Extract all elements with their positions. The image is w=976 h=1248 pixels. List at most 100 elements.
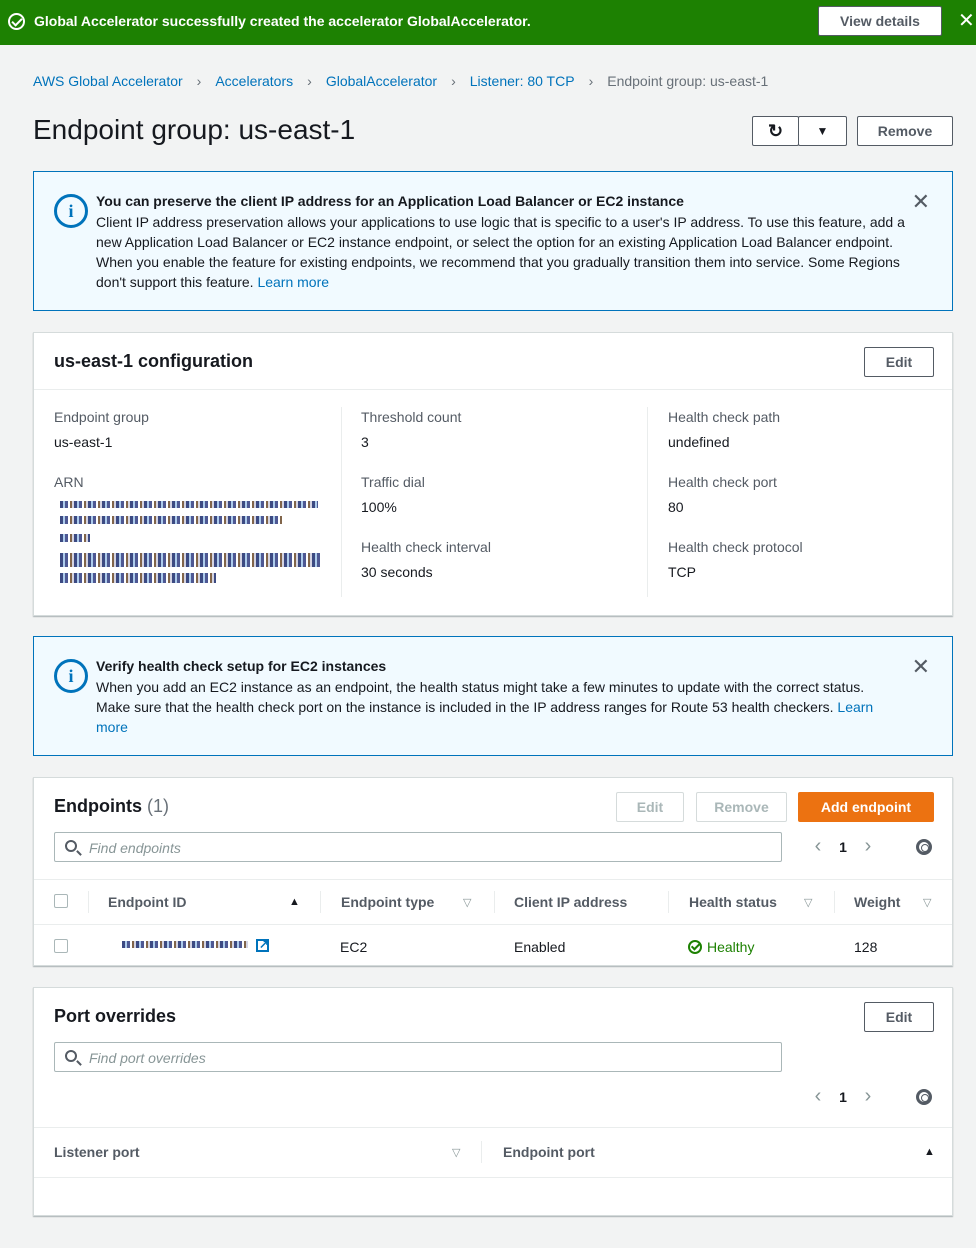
chevron-left-icon[interactable]: ‹ [808, 835, 828, 858]
redacted-endpoint-id[interactable] [122, 941, 248, 948]
success-check-icon [8, 13, 25, 30]
info-body-text: When you add an EC2 instance as an endpo… [96, 679, 865, 715]
chevron-right-icon[interactable]: › [858, 835, 878, 858]
col-endpoint-id[interactable]: Endpoint ID [108, 894, 187, 910]
healthy-check-icon [688, 940, 702, 954]
divider [34, 389, 952, 390]
endpoint-remove-button[interactable]: Remove [696, 792, 787, 822]
chevron-left-icon[interactable]: ‹ [808, 1085, 828, 1108]
divider [34, 879, 952, 880]
row-checkbox[interactable] [54, 939, 68, 953]
interval-value: 30 seconds [361, 564, 433, 580]
breadcrumb-accelerators[interactable]: Accelerators [215, 73, 293, 89]
interval-label: Health check interval [361, 539, 491, 555]
breadcrumb-current: Endpoint group: us-east-1 [607, 73, 769, 89]
redacted-arn [60, 534, 90, 542]
endpoints-title: Endpoints (1) [54, 796, 169, 817]
column-separator [668, 891, 669, 913]
chevron-right-icon: › [451, 73, 456, 89]
page-number[interactable]: 1 [828, 839, 858, 855]
redacted-arn [60, 553, 322, 567]
sort-icon[interactable]: ▽ [923, 896, 931, 909]
weight-cell: 128 [854, 939, 878, 955]
hc-protocol-label: Health check protocol [668, 539, 803, 555]
configuration-panel: us-east-1 configuration Edit Endpoint gr… [33, 332, 953, 616]
health-check-info-alert: i Verify health check setup for EC2 inst… [33, 636, 953, 756]
page-title: Endpoint group: us-east-1 [33, 114, 356, 145]
col-weight[interactable]: Weight [854, 894, 900, 910]
hc-protocol-value: TCP [668, 564, 696, 580]
traffic-dial-value: 100% [361, 499, 397, 515]
redacted-arn [60, 573, 216, 583]
client-ip-info-alert: i You can preserve the client IP address… [33, 171, 953, 311]
column-divider [341, 407, 342, 597]
breadcrumb: AWS Global Accelerator › Accelerators › … [33, 73, 768, 89]
search-placeholder: Find endpoints [89, 840, 181, 856]
gear-icon[interactable] [916, 1089, 932, 1105]
sort-ascending-icon[interactable]: ▲ [289, 896, 300, 908]
success-flashbar: Global Accelerator successfully created … [0, 0, 976, 45]
find-endpoints-input[interactable]: Find endpoints [54, 832, 782, 862]
arn-label: ARN [54, 474, 84, 490]
threshold-value: 3 [361, 434, 369, 450]
view-details-button[interactable]: View details [818, 6, 942, 36]
info-icon: i [54, 659, 88, 693]
col-endpoint-port[interactable]: Endpoint port [503, 1144, 595, 1160]
endpoints-title-text: Endpoints [54, 796, 142, 816]
endpoints-panel: Endpoints (1) Edit Remove Add endpoint F… [33, 777, 953, 966]
learn-more-link[interactable]: Learn more [257, 274, 329, 290]
close-icon[interactable]: ✕ [912, 656, 930, 678]
column-separator [481, 1141, 482, 1163]
column-separator [834, 891, 835, 913]
hc-port-label: Health check port [668, 474, 777, 490]
breadcrumb-listener[interactable]: Listener: 80 TCP [470, 73, 575, 89]
sort-ascending-icon[interactable]: ▲ [924, 1146, 935, 1158]
col-health-status[interactable]: Health status [689, 894, 777, 910]
actions-dropdown-button[interactable]: ▼ [798, 116, 847, 146]
health-status-text: Healthy [707, 939, 755, 955]
chevron-right-icon: › [588, 73, 594, 89]
column-separator [88, 891, 89, 913]
endpoints-pagination: ‹ 1 › [808, 835, 878, 858]
chevron-right-icon[interactable]: › [858, 1085, 878, 1108]
sort-icon[interactable]: ▽ [463, 896, 471, 909]
breadcrumb-global-accelerator[interactable]: AWS Global Accelerator [33, 73, 183, 89]
remove-button[interactable]: Remove [857, 116, 953, 146]
port-overrides-panel: Port overrides Edit Find port overrides … [33, 987, 953, 1216]
col-endpoint-type[interactable]: Endpoint type [341, 894, 434, 910]
select-all-checkbox[interactable] [54, 894, 68, 908]
port-overrides-edit-button[interactable]: Edit [864, 1002, 934, 1032]
page-number[interactable]: 1 [828, 1089, 858, 1105]
search-icon [65, 1050, 77, 1062]
col-listener-port[interactable]: Listener port [54, 1144, 140, 1160]
info-body-text: Client IP address preservation allows yo… [96, 214, 905, 290]
info-heading: Verify health check setup for EC2 instan… [96, 658, 387, 674]
find-port-overrides-input[interactable]: Find port overrides [54, 1042, 782, 1072]
endpoint-type-cell: EC2 [340, 939, 368, 955]
caret-down-icon: ▼ [816, 124, 829, 138]
config-edit-button[interactable]: Edit [864, 347, 934, 377]
search-icon [65, 840, 77, 852]
endpoint-group-label: Endpoint group [54, 409, 149, 425]
close-icon[interactable]: ✕ [912, 191, 930, 213]
divider [34, 1177, 952, 1178]
sort-icon[interactable]: ▽ [452, 1146, 460, 1159]
port-overrides-title: Port overrides [54, 1006, 177, 1026]
info-body: Client IP address preservation allows yo… [96, 212, 911, 292]
close-icon[interactable]: ✕ [958, 11, 976, 31]
column-separator [494, 891, 495, 913]
hc-path-label: Health check path [668, 409, 781, 425]
threshold-label: Threshold count [361, 409, 462, 425]
gear-icon[interactable] [916, 839, 932, 855]
add-endpoint-button[interactable]: Add endpoint [798, 792, 934, 822]
redacted-arn [60, 501, 318, 508]
refresh-button[interactable]: ↻ [752, 116, 799, 146]
breadcrumb-accelerator[interactable]: GlobalAccelerator [326, 73, 437, 89]
chevron-right-icon: › [307, 73, 312, 89]
sort-icon[interactable]: ▽ [804, 896, 812, 909]
endpoint-edit-button[interactable]: Edit [616, 792, 684, 822]
endpoints-count: (1) [147, 796, 170, 816]
external-link-icon[interactable] [256, 937, 269, 952]
col-client-ip[interactable]: Client IP address [514, 894, 627, 910]
info-body: When you add an EC2 instance as an endpo… [96, 677, 896, 737]
